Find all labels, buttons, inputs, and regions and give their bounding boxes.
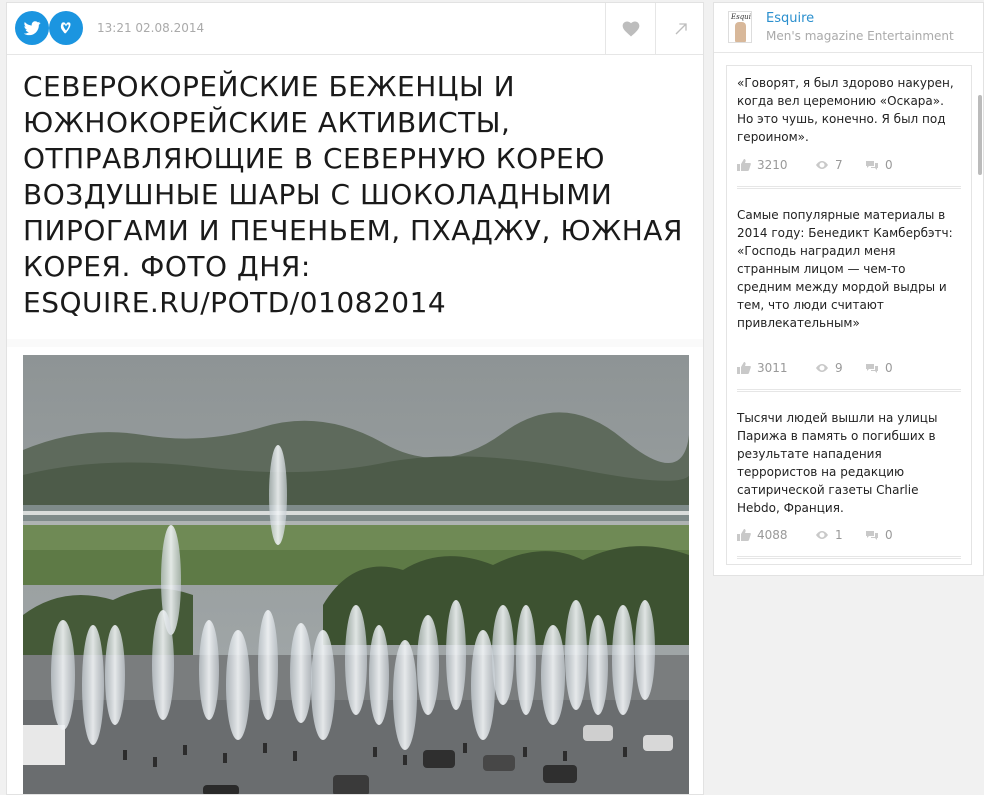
divider (737, 186, 961, 189)
comment-bubbles-icon (866, 161, 878, 170)
comments-stat[interactable]: 0 (865, 528, 893, 542)
views-stat: 1 (815, 528, 843, 542)
list-item[interactable]: Тысячи людей вышли на улицы Парижа в пам… (737, 409, 961, 517)
share-button[interactable] (655, 3, 703, 55)
vk-icon[interactable] (49, 11, 83, 45)
post-card: 13:21 02.08.2014 СЕВЕРОКОРЕЙСКИЕ БЕЖЕНЦЫ… (6, 2, 704, 795)
eye-icon (816, 161, 828, 169)
list-item[interactable]: Самые популярные материалы в 2014 году: … (737, 206, 961, 332)
sidebar-header: Esquire Esquire Men's magazine Entertain… (714, 3, 984, 53)
likes-stat[interactable]: 4088 (737, 528, 788, 542)
item-text: «Говорят, я был здорово накурен, когда в… (737, 76, 954, 144)
related-posts-list: «Говорят, я был здорово накурен, когда в… (726, 65, 972, 565)
sidebar-scrollbar[interactable] (978, 65, 983, 565)
post-timestamp: 13:21 02.08.2014 (97, 21, 205, 35)
item-stats: 3011 9 0 (737, 361, 961, 377)
comment-bubbles-icon (866, 364, 878, 373)
source-name-link[interactable]: Esquire (766, 11, 814, 26)
source-description: Men's magazine Entertainment (766, 29, 954, 43)
sidebar-card: Esquire Esquire Men's magazine Entertain… (713, 2, 984, 576)
scrollbar-thumb[interactable] (978, 95, 982, 175)
divider (737, 389, 961, 392)
comments-stat[interactable]: 0 (865, 158, 893, 172)
list-item[interactable]: «Говорят, я был здорово накурен, когда в… (737, 74, 961, 146)
esquire-logo[interactable]: Esquire (728, 11, 752, 43)
item-text: Самые популярные материалы в 2014 году: … (737, 208, 953, 330)
eye-icon (816, 531, 828, 539)
views-stat: 7 (815, 158, 843, 172)
item-stats: 3210 7 0 (737, 158, 961, 174)
thumb-up-icon (737, 159, 751, 171)
item-text: Тысячи людей вышли на улицы Парижа в пам… (737, 411, 938, 515)
share-arrow-icon (675, 23, 687, 35)
divider (7, 339, 703, 347)
views-stat: 9 (815, 361, 843, 375)
likes-stat[interactable]: 3011 (737, 361, 788, 375)
post-title: СЕВЕРОКОРЕЙСКИЕ БЕЖЕНЦЫ И ЮЖНОКОРЕЙСКИЕ … (23, 70, 683, 319)
item-stats: 4088 1 0 (737, 528, 961, 544)
heart-icon (622, 21, 639, 37)
likes-stat[interactable]: 3210 (737, 158, 788, 172)
thumb-up-icon (737, 362, 751, 374)
post-header: 13:21 02.08.2014 (7, 3, 703, 55)
twitter-icon[interactable] (15, 11, 49, 45)
post-photo[interactable] (23, 355, 689, 794)
like-button[interactable] (605, 3, 655, 55)
comments-stat[interactable]: 0 (865, 361, 893, 375)
comment-bubbles-icon (866, 531, 878, 540)
thumb-up-icon (737, 529, 751, 541)
eye-icon (816, 364, 828, 372)
divider (737, 556, 961, 559)
